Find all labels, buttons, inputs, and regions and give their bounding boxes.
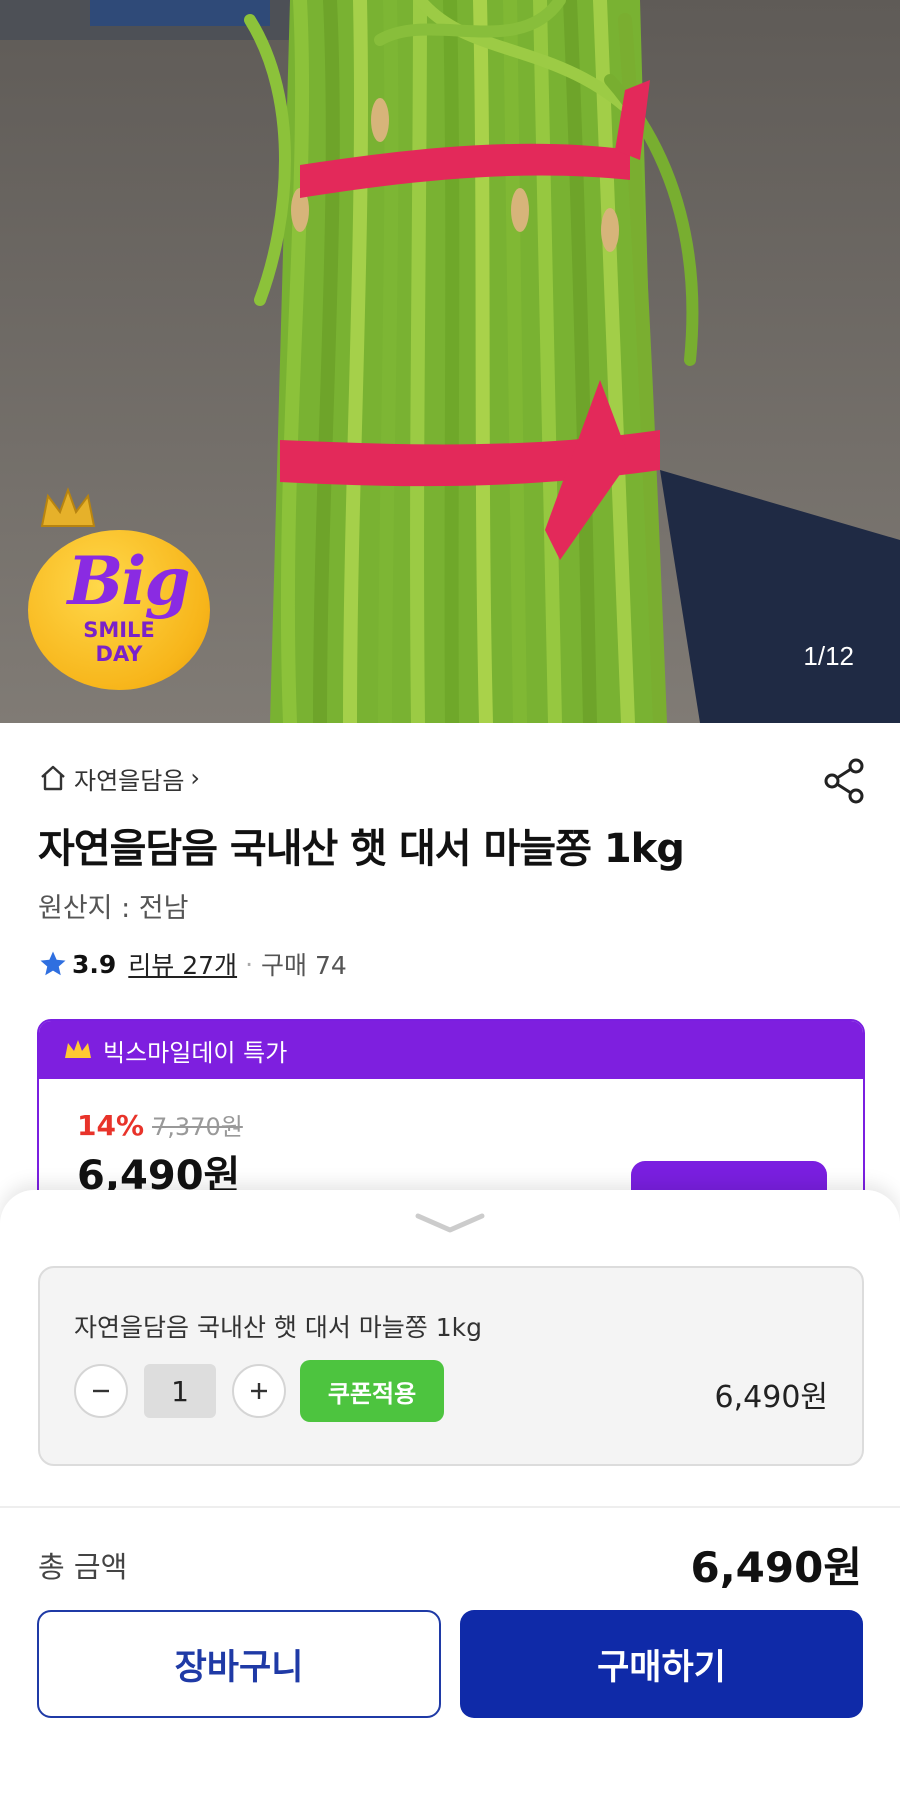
quantity-decrease-button[interactable] [74, 1364, 128, 1418]
original-price: 7,370원 [152, 1113, 243, 1141]
option-name: 자연을담음 국내산 햇 대서 마늘쫑 1kg [74, 1313, 482, 1342]
reviews-link[interactable]: 리뷰 27개 [128, 946, 237, 982]
divider [0, 1506, 900, 1508]
add-to-cart-button[interactable]: 장바구니 [37, 1610, 441, 1718]
promo-label: 빅스마일데이 특가 [103, 1038, 288, 1067]
quantity-increase-button[interactable] [232, 1364, 286, 1418]
store-name: 자연을담음 [74, 766, 185, 795]
total-price: 6,490원 [690, 1543, 863, 1592]
share-button[interactable] [820, 756, 870, 806]
purchase-bottom-sheet: 자연을담음 국내산 햇 대서 마늘쫑 1kg 1 쿠폰적용 6,490원 총 금… [0, 1190, 900, 1816]
product-title: 자연을담음 국내산 햇 대서 마늘쫑 1kg [38, 826, 685, 872]
coupon-apply-button[interactable]: 쿠폰적용 [300, 1360, 444, 1422]
option-price: 6,490원 [714, 1380, 828, 1415]
total-label: 총 금액 [38, 1550, 128, 1584]
buy-now-button[interactable]: 구매하기 [460, 1610, 863, 1718]
crown-icon [65, 1040, 91, 1058]
store-link[interactable]: 자연을담음 › [38, 760, 200, 796]
badge-smile-text: SMILE [83, 618, 155, 642]
promo-header: 빅스마일데이 특가 [39, 1021, 863, 1079]
rating-row: 3.9 리뷰 27개 · 구매 74 [38, 946, 347, 982]
chevron-right-icon: › [190, 764, 201, 792]
big-smile-day-badge: Big SMILE DAY [28, 487, 210, 690]
crown-icon [40, 487, 96, 527]
plus-icon [251, 1383, 267, 1399]
collapse-chevron-icon[interactable] [412, 1210, 488, 1236]
discount-rate: 14% [77, 1109, 145, 1142]
image-counter: 1/12 [803, 641, 854, 671]
product-image[interactable]: Big SMILE DAY 1/12 [0, 0, 900, 723]
product-origin: 원산지 : 전남 [38, 893, 189, 924]
star-icon [40, 951, 66, 976]
separator-dot: · [245, 949, 254, 979]
badge-day-text: DAY [95, 642, 143, 666]
discount-row: 14% 7,370원 [77, 1107, 243, 1142]
share-icon [824, 758, 864, 804]
home-icon [41, 765, 65, 791]
purchase-count: 구매 74 [261, 951, 347, 980]
badge-big-text: Big [67, 542, 190, 620]
quantity-value[interactable]: 1 [144, 1364, 216, 1418]
selected-option-card: 자연을담음 국내산 햇 대서 마늘쫑 1kg 1 쿠폰적용 6,490원 [38, 1266, 864, 1466]
minus-icon [93, 1389, 109, 1393]
rating-score: 3.9 [72, 949, 117, 979]
